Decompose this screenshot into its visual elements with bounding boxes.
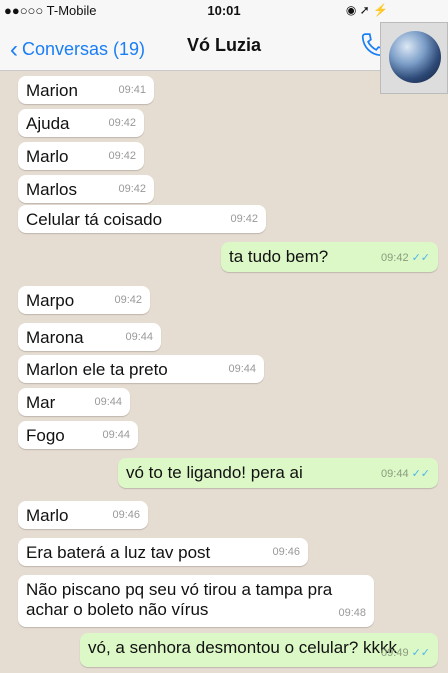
message-time: 09:44 bbox=[102, 429, 130, 441]
message-bubble-incoming[interactable]: Marlos 09:42 bbox=[18, 175, 154, 203]
message-text: Marona bbox=[26, 328, 84, 347]
message-text: Marpo bbox=[26, 291, 75, 310]
message-time-status: 09:42 ✓✓ bbox=[381, 248, 430, 268]
message-text: Marlos bbox=[26, 180, 78, 199]
status-bar: ●●○○○ T-Mobile 10:01 ◉ ➚ ⚡ bbox=[0, 0, 448, 22]
message-bubble-incoming[interactable]: Ajuda 09:42 bbox=[18, 109, 144, 137]
message-time-status: 09:44 ✓✓ bbox=[381, 464, 430, 484]
message-time: 09:42 bbox=[230, 213, 258, 225]
chat-header: ‹ Conversas (19) Vó Luzia bbox=[0, 22, 448, 94]
message-time: 09:49 bbox=[381, 647, 409, 659]
message-bubble-incoming[interactable]: Marona 09:44 bbox=[18, 323, 161, 351]
message-bubble-outgoing[interactable]: ta tudo bem? 09:42 ✓✓ bbox=[221, 242, 438, 272]
message-time: 09:42 bbox=[108, 117, 136, 129]
message-time: 09:44 bbox=[381, 468, 409, 480]
message-text: Ajuda bbox=[26, 114, 70, 133]
message-time-status: 09:49 ✓✓ bbox=[381, 643, 430, 663]
message-text: vó to te ligando! pera ai bbox=[126, 463, 303, 482]
message-time: 09:42 bbox=[118, 183, 146, 195]
message-bubble-incoming[interactable]: Marlo 09:46 bbox=[18, 501, 148, 529]
message-bubble-incoming[interactable]: Marion 09:41 bbox=[18, 76, 154, 104]
read-ticks-icon: ✓✓ bbox=[411, 647, 430, 659]
message-bubble-outgoing[interactable]: vó to te ligando! pera ai 09:44 ✓✓ bbox=[118, 458, 438, 488]
message-bubble-incoming[interactable]: Fogo 09:44 bbox=[18, 421, 138, 449]
message-bubble-incoming[interactable]: Marlon ele ta preto 09:44 bbox=[18, 355, 264, 383]
message-text: Celular tá coisado bbox=[26, 210, 163, 229]
message-time: 09:42 bbox=[114, 294, 142, 306]
message-text: Marlo bbox=[26, 506, 69, 525]
message-time: 09:42 bbox=[108, 150, 136, 162]
message-bubble-incoming[interactable]: Celular tá coisado 09:42 bbox=[18, 205, 266, 233]
message-bubble-incoming[interactable]: Era baterá a luz tav post 09:46 bbox=[18, 538, 308, 566]
message-bubble-outgoing[interactable]: vó, a senhora desmontou o celular? kkkk … bbox=[80, 633, 438, 667]
message-time: 09:44 bbox=[228, 363, 256, 375]
message-time: 09:42 bbox=[381, 252, 409, 264]
message-time: 09:46 bbox=[272, 546, 300, 558]
message-text: Era baterá a luz tav post bbox=[26, 543, 211, 562]
message-text: Marion bbox=[26, 81, 78, 100]
message-bubble-incoming[interactable]: Mar 09:44 bbox=[18, 388, 130, 416]
message-bubble-incoming[interactable]: Marlo 09:42 bbox=[18, 142, 144, 170]
message-time: 09:41 bbox=[118, 84, 146, 96]
message-time: 09:44 bbox=[94, 396, 122, 408]
message-time: 09:46 bbox=[112, 509, 140, 521]
message-bubble-incoming[interactable]: Não piscano pq seu vó tirou a tampa pra … bbox=[18, 575, 374, 627]
message-text: Não piscano pq seu vó tirou a tampa pra … bbox=[26, 580, 333, 619]
message-bubble-incoming[interactable]: Marpo 09:42 bbox=[18, 286, 150, 314]
message-time: 09:48 bbox=[338, 607, 366, 619]
message-text: Marlon ele ta preto bbox=[26, 360, 168, 379]
message-text: vó, a senhora desmontou o celular? kkkk bbox=[88, 638, 398, 657]
message-text: Marlo bbox=[26, 147, 69, 166]
message-list[interactable]: Marion 09:41 Ajuda 09:42 Marlo 09:42 Mar… bbox=[0, 71, 448, 673]
message-text: Mar bbox=[26, 393, 56, 412]
message-text: Fogo bbox=[26, 426, 65, 445]
message-text: ta tudo bem? bbox=[229, 247, 329, 266]
read-ticks-icon: ✓✓ bbox=[411, 252, 430, 264]
status-icons: ◉ ➚ ⚡ bbox=[345, 3, 388, 17]
message-time: 09:44 bbox=[125, 331, 153, 343]
read-ticks-icon: ✓✓ bbox=[411, 468, 430, 480]
